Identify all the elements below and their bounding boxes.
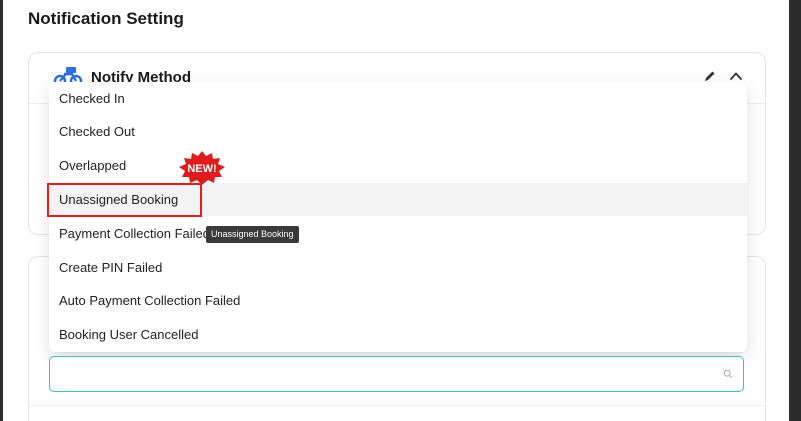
search-icon	[723, 369, 733, 379]
search-input[interactable]	[50, 357, 710, 391]
dropdown-option-auto-payment-collection-failed[interactable]: Auto Payment Collection Failed	[49, 284, 747, 317]
new-badge: NEW!	[179, 151, 225, 185]
highlight-annotation-box	[47, 183, 202, 217]
card-actions	[703, 69, 743, 83]
new-badge-text: NEW!	[187, 163, 216, 175]
window-frame-left	[0, 0, 3, 421]
section-divider	[28, 405, 766, 406]
dropdown-option-checked-in[interactable]: Checked In	[49, 82, 747, 115]
page-title: Notification Setting	[28, 9, 184, 28]
dropdown-option-checked-out[interactable]: Checked Out	[49, 115, 747, 148]
edit-pencil-icon[interactable]	[703, 69, 717, 83]
chevron-up-icon[interactable]	[729, 69, 743, 83]
window-frame-right	[789, 0, 801, 421]
dropdown-option-payment-collection-failed[interactable]: Payment Collection Failed	[49, 217, 747, 250]
event-dropdown-menu: Checked In Checked Out Overlapped Unassi…	[49, 82, 747, 352]
dropdown-option-create-pin-failed[interactable]: Create PIN Failed	[49, 251, 747, 284]
dropdown-option-overlapped[interactable]: Overlapped	[49, 149, 747, 182]
dropdown-option-booking-user-cancelled[interactable]: Booking User Cancelled	[49, 318, 747, 351]
tooltip: Unassigned Booking	[206, 226, 299, 243]
search-select-box[interactable]	[49, 356, 744, 392]
